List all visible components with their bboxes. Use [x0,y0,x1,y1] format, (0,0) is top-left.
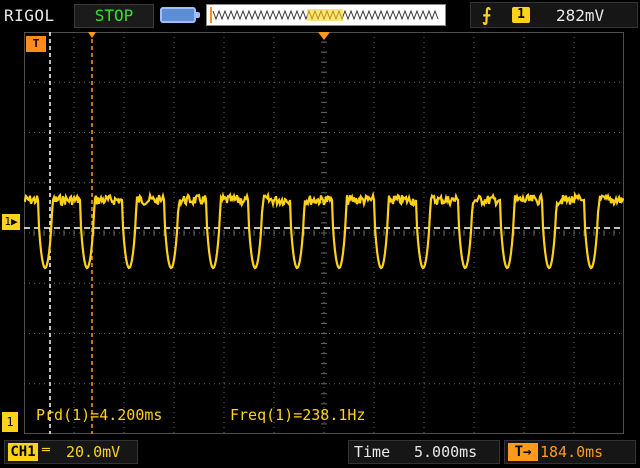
memory-waveform-preview [210,7,439,23]
trigger-delay-icon: T→ [508,443,538,461]
battery-icon [160,7,200,23]
ch1-offset-marker[interactable]: 1▶ [2,214,20,230]
trigger-position-marker: T [26,36,46,52]
frequency-measurement: Freq(1)=238.1Hz [230,406,366,424]
timebase-label: Time [354,443,391,461]
channel-label[interactable]: CH1 [8,443,38,461]
trigger-panel[interactable] [470,2,638,28]
graticule [24,32,624,434]
memory-depth-bar[interactable] [206,4,446,26]
trigger-level: 282mV [556,6,605,25]
cursor-b-marker [88,32,96,38]
trigger-source-badge: 1 [512,7,530,23]
waveform-display[interactable] [24,32,624,434]
trigger-position-arrow [318,32,330,40]
period-measurement: Prd(1)=4.200ms [36,406,163,424]
run-stop-status[interactable]: STOP [74,4,154,28]
trigger-delay-value: 184.0ms [540,443,604,461]
vertical-scale: 20.0mV [66,443,121,461]
brand-logo: RIGOL [4,6,55,25]
dc-coupling-icon: ═ [42,443,50,458]
rising-edge-icon: ⨍ [482,5,492,26]
timebase-scale: 5.000ms [414,443,478,461]
ch1-ground-marker: 1 [2,412,18,432]
memory-view-window [307,9,343,21]
